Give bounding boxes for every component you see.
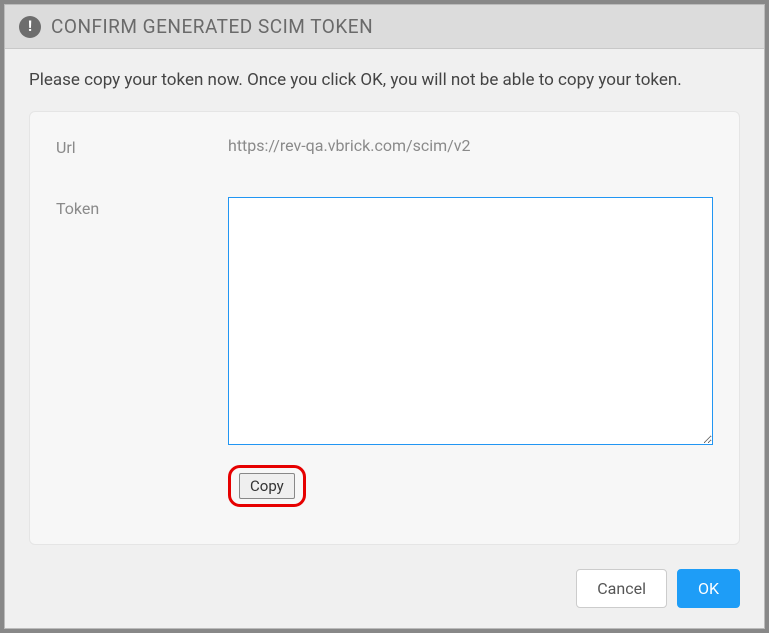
url-row: Url https://rev-qa.vbrick.com/scim/v2 [56,136,713,157]
token-label: Token [56,197,228,218]
copy-button[interactable]: Copy [239,473,295,499]
confirm-scim-token-modal: ! CONFIRM GENERATED SCIM TOKEN Please co… [4,4,765,629]
copy-highlight: Copy [228,465,306,507]
token-row: Token Copy [56,197,713,507]
modal-body: Please copy your token now. Once you cli… [5,49,764,555]
form-card: Url https://rev-qa.vbrick.com/scim/v2 To… [29,111,740,545]
cancel-button[interactable]: Cancel [576,569,667,608]
alert-icon: ! [19,16,41,38]
modal-header: ! CONFIRM GENERATED SCIM TOKEN [5,5,764,49]
token-textarea[interactable] [228,197,713,445]
instruction-text: Please copy your token now. Once you cli… [29,69,740,93]
url-label: Url [56,136,228,157]
ok-button[interactable]: OK [677,569,740,608]
modal-title: CONFIRM GENERATED SCIM TOKEN [51,15,373,38]
url-value: https://rev-qa.vbrick.com/scim/v2 [228,136,470,155]
modal-footer: Cancel OK [5,555,764,628]
